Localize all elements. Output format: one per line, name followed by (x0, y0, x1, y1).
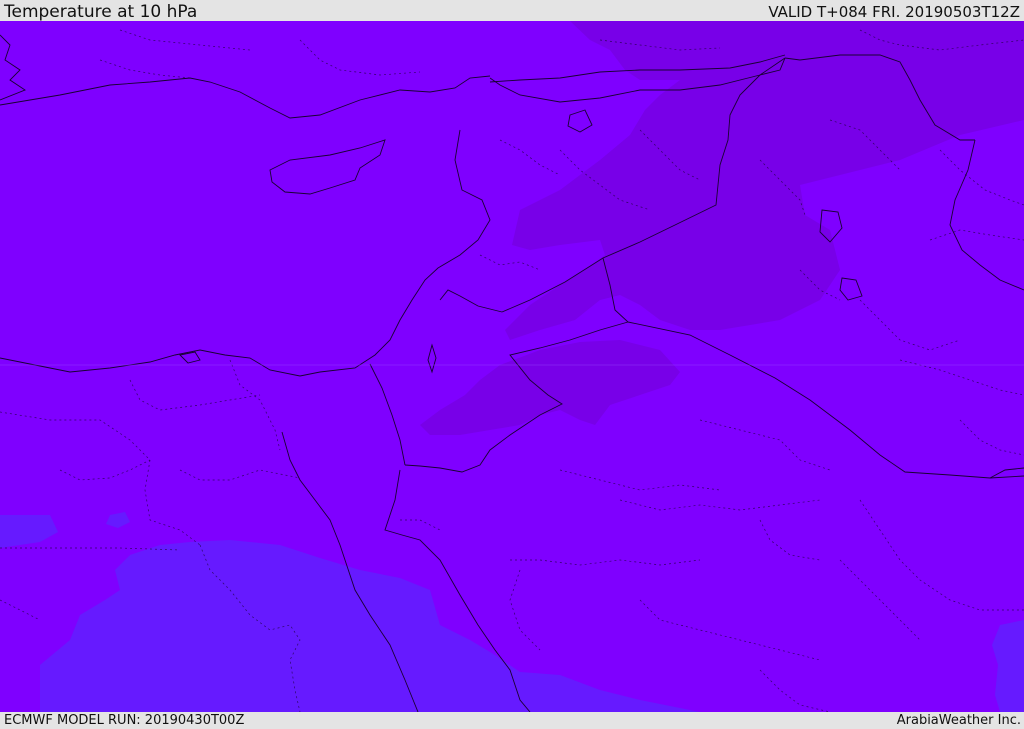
footer-bar: ECMWF MODEL RUN: 20190430T00Z ArabiaWeat… (0, 712, 1024, 729)
map-title: Temperature at 10 hPa (4, 2, 198, 22)
model-run-label: ECMWF MODEL RUN: 20190430T00Z (4, 713, 245, 728)
temperature-map[interactable] (0, 21, 1024, 712)
valid-time: VALID T+084 FRI. 20190503T12Z (768, 3, 1020, 21)
header-bar: Temperature at 10 hPa VALID T+084 FRI. 2… (0, 0, 1024, 21)
credit-label: ArabiaWeather Inc. (896, 713, 1021, 728)
